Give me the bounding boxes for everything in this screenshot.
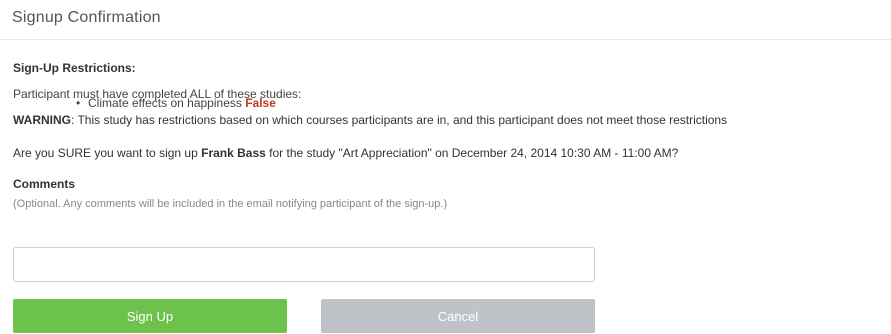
page-title: Signup Confirmation <box>12 9 161 26</box>
restriction-list-item: • Climate effects on happiness False <box>76 96 276 110</box>
sign-up-button[interactable]: Sign Up <box>13 299 287 333</box>
restriction-status: False <box>245 96 276 110</box>
bullet-icon: • <box>76 96 81 110</box>
confirmation-suffix: for the study "Art Appreciation" on Dece… <box>265 146 679 160</box>
cancel-button[interactable]: Cancel <box>321 299 595 333</box>
confirmation-message: Are you SURE you want to sign up Frank B… <box>13 146 678 160</box>
confirmation-prefix: Are you SURE you want to sign up <box>13 146 202 160</box>
comments-input[interactable] <box>13 247 595 282</box>
modal-header: Signup Confirmation <box>0 0 891 40</box>
comments-label: Comments <box>13 177 76 191</box>
restriction-study-name: Climate effects on happiness <box>88 96 242 110</box>
comments-help-text: (Optional. Any comments will be included… <box>13 198 448 210</box>
participant-name: Frank Bass <box>201 146 266 160</box>
restrictions-heading: Sign-Up Restrictions: <box>13 61 136 75</box>
warning-text: : This study has restrictions based on w… <box>71 113 728 127</box>
warning-label: WARNING <box>13 113 71 127</box>
warning-message: WARNING: This study has restrictions bas… <box>13 113 727 127</box>
